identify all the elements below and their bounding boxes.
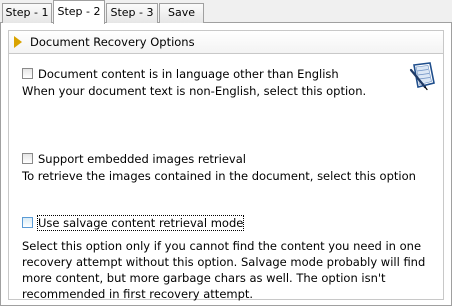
salvage-mode-checkbox[interactable] [22, 217, 33, 228]
tab-step-3[interactable]: Step - 3 [106, 3, 158, 23]
option-salvage-mode: Use salvage content retrieval mode [22, 215, 352, 231]
option-embedded-images: Support embedded images retrieval [22, 152, 352, 166]
recovery-window: Step - 1 Step - 2 Step - 3 Save Document… [0, 0, 452, 306]
embedded-images-description: To retrieve the images contained in the … [22, 169, 416, 183]
tab-step-2[interactable]: Step - 2 [53, 0, 105, 24]
option-non-english: Document content is in language other th… [22, 67, 352, 81]
tab-step-1[interactable]: Step - 1 [2, 3, 52, 23]
tab-save[interactable]: Save [159, 3, 204, 23]
tab-panel: Document Recovery Options Document conte… [0, 23, 452, 306]
salvage-mode-description: Select this option only if you cannot fi… [22, 239, 426, 301]
expand-arrow-icon[interactable] [14, 36, 22, 48]
non-english-description: When your document text is non-English, … [22, 84, 367, 98]
embedded-images-checkbox[interactable] [22, 153, 33, 164]
non-english-label[interactable]: Document content is in language other th… [38, 67, 339, 81]
recovery-options-group: Document Recovery Options Document conte… [8, 30, 444, 301]
group-header[interactable]: Document Recovery Options [9, 31, 443, 54]
group-title: Document Recovery Options [30, 35, 195, 49]
tab-strip: Step - 1 Step - 2 Step - 3 Save [0, 0, 452, 24]
non-english-checkbox[interactable] [22, 68, 33, 79]
salvage-mode-label[interactable]: Use salvage content retrieval mode [36, 215, 245, 231]
embedded-images-label[interactable]: Support embedded images retrieval [38, 152, 246, 166]
